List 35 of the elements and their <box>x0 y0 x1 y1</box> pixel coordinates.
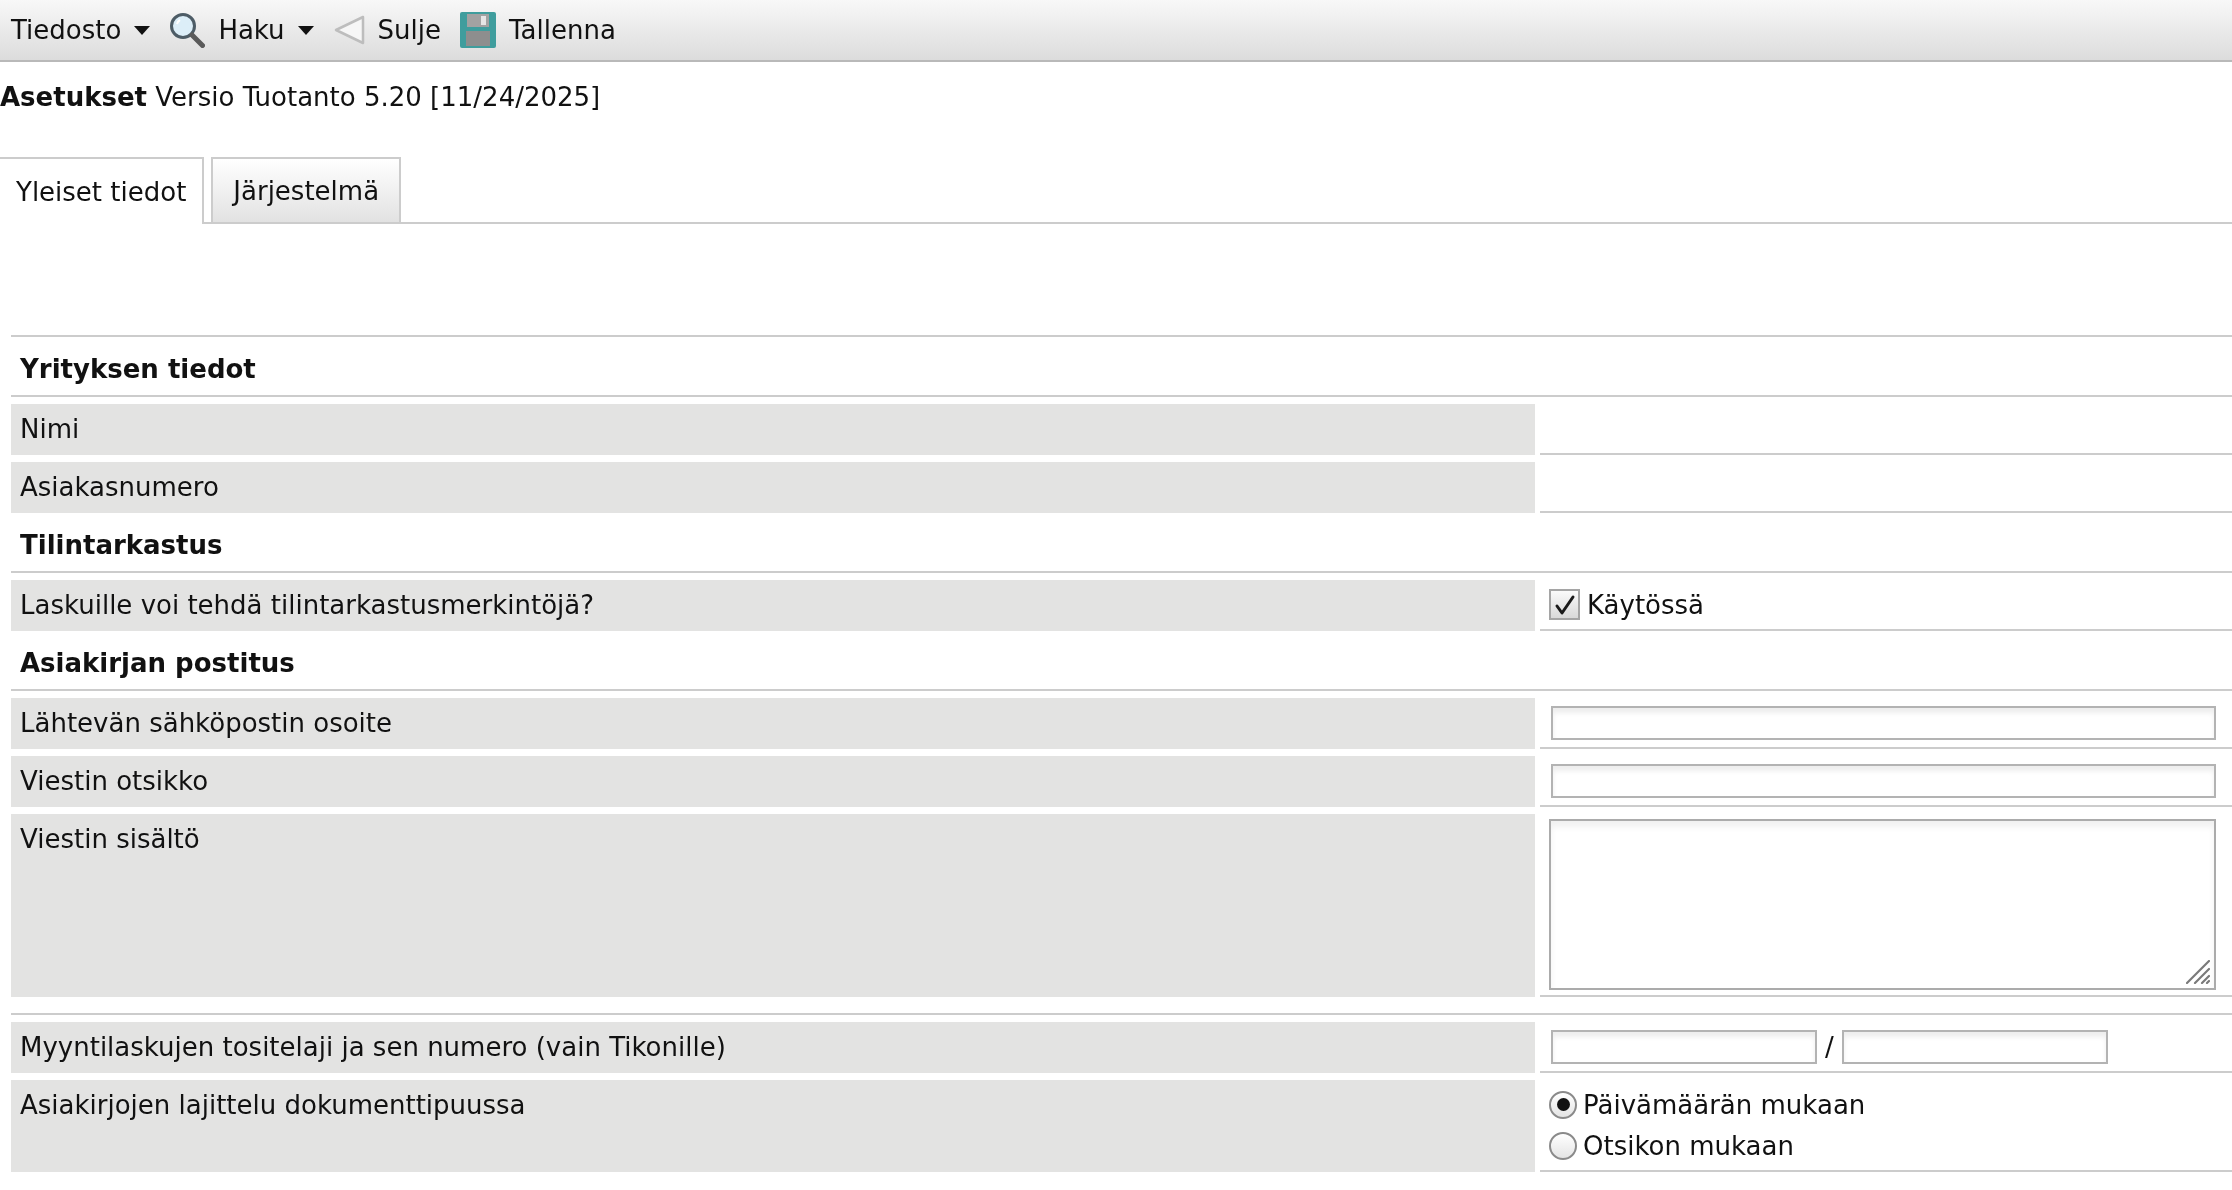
input-field[interactable] <box>1551 763 2216 798</box>
input-field[interactable] <box>1551 705 2216 740</box>
section-heading: Yrityksen tiedot <box>20 354 256 384</box>
field-label: Asiakirjojen lajittelu dokumenttipuussa <box>11 1080 1535 1172</box>
checkbox[interactable] <box>1549 589 1580 620</box>
resize-grip-icon <box>2186 960 2210 984</box>
field-label: Laskuille voi tehdä tilintarkastusmerkintöjä? <box>11 580 1535 631</box>
caret-icon <box>134 25 151 35</box>
section-heading: Asiakirjan postitus <box>20 648 295 678</box>
radio-label: Otsikon mukaan <box>1583 1129 1794 1163</box>
toolbar-button[interactable]: Tallenna <box>460 12 616 48</box>
tab[interactable]: Järjestelmä <box>211 157 402 222</box>
text-area[interactable] <box>1549 819 2216 990</box>
radio-button[interactable] <box>1549 1131 1577 1160</box>
input-field[interactable] <box>1551 1029 1817 1064</box>
tab[interactable]: Yleiset tiedot <box>0 157 205 224</box>
radio-label: Päivämäärän mukaan <box>1583 1088 1866 1122</box>
field-label: Viestin otsikko <box>11 756 1535 807</box>
input-field[interactable] <box>1841 1029 2108 1064</box>
page-title: Asetukset Versio Tuotanto 5.20 [11/24/2025] <box>0 82 601 112</box>
toolbar-button[interactable]: Sulje <box>332 13 442 47</box>
caret-icon <box>297 25 314 35</box>
left-triangle-icon <box>332 15 365 45</box>
radio-button[interactable] <box>1549 1090 1577 1119</box>
search-icon <box>169 12 206 48</box>
checkbox-label: Käytössä <box>1587 588 1705 622</box>
field-label: Myyntilaskujen tositelaji ja sen numero (vain Tikonille) <box>11 1022 1535 1073</box>
section-heading: Tilintarkastus <box>20 530 223 560</box>
separator-slash: / <box>1825 1030 1834 1064</box>
field-label: Nimi <box>11 404 1535 455</box>
menu-button[interactable]: Haku <box>169 12 314 48</box>
menu-button[interactable]: Tiedosto <box>11 13 151 47</box>
field-label: Viestin sisältö <box>11 814 1535 997</box>
field-label: Asiakasnumero <box>11 462 1535 513</box>
field-label: Lähtevän sähköpostin osoite <box>11 698 1535 749</box>
